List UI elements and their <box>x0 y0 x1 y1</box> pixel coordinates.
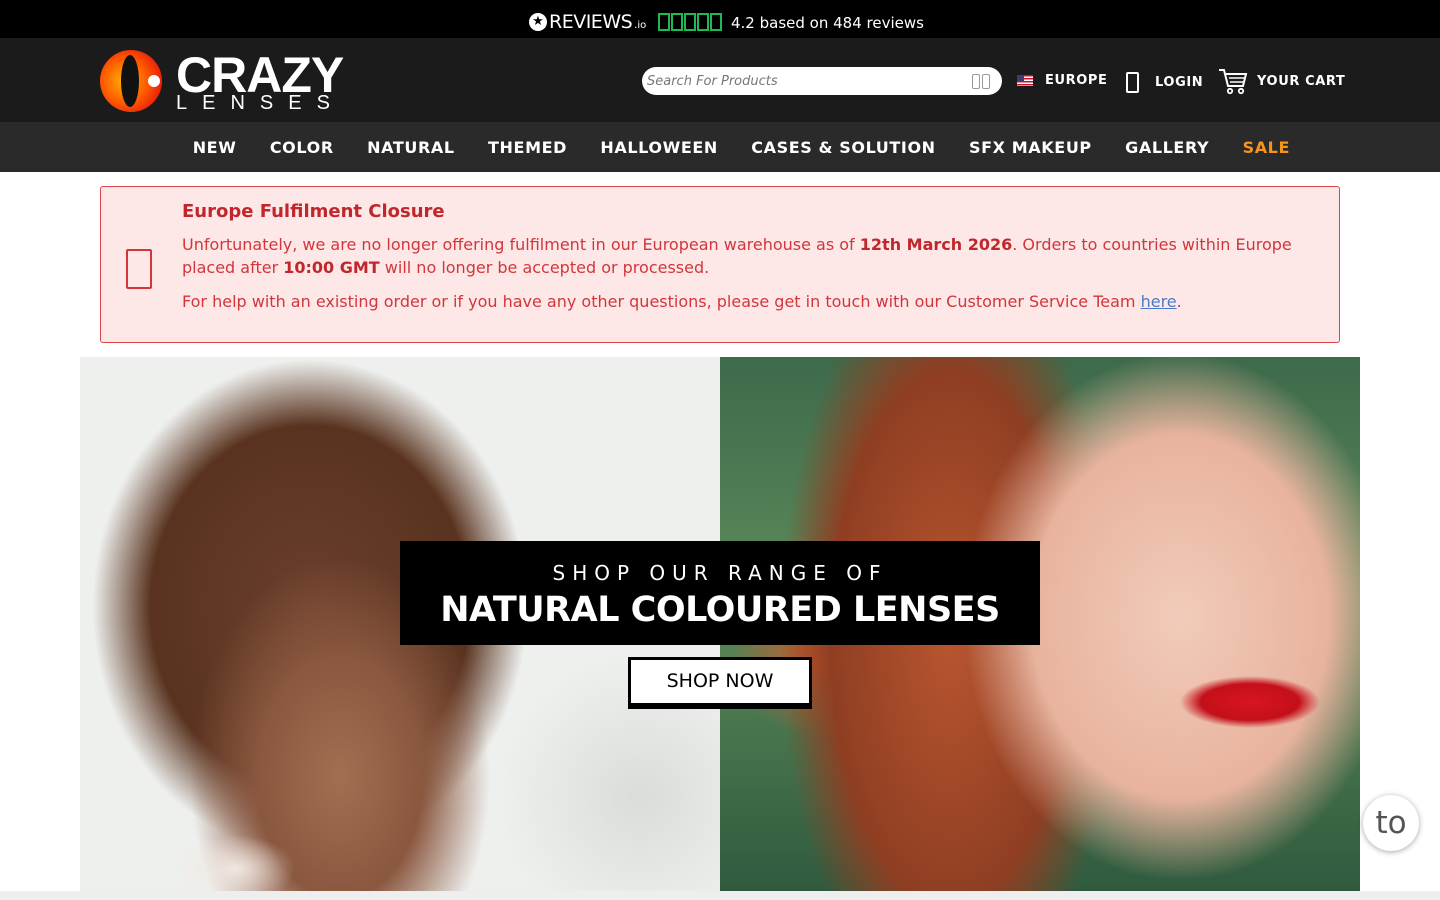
customer-service-link[interactable]: here <box>1141 292 1177 311</box>
main-nav: NEW COLOR NATURAL THEMED HALLOWEEN CASES… <box>0 122 1440 172</box>
hero-caption-line2: NATURAL COLOURED LENSES <box>440 590 1000 630</box>
login-label: LOGIN <box>1155 75 1204 90</box>
hero-caption-line1: SHOP OUR RANGE OF <box>552 561 888 585</box>
alert-body: Unfortunately, we are no longer offering… <box>182 233 1312 279</box>
alert-title: Europe Fulfilment Closure <box>182 201 445 222</box>
alert-body-text: Unfortunately, we are no longer offering… <box>182 235 860 254</box>
alert-help-text: For help with an existing order or if yo… <box>182 292 1141 311</box>
nav-item-color[interactable]: COLOR <box>253 138 350 157</box>
user-icon <box>1126 72 1139 93</box>
star-icon <box>710 13 722 31</box>
back-to-top-button[interactable]: to <box>1363 795 1419 851</box>
reviews-io-logo[interactable]: ★ REVIEWS .io <box>529 11 646 33</box>
search-bar <box>642 67 1002 95</box>
nav-item-gallery[interactable]: GALLERY <box>1108 138 1225 157</box>
star-icon <box>684 13 696 31</box>
nav-item-sale[interactable]: SALE <box>1226 138 1307 157</box>
reviews-bar: ★ REVIEWS .io 4.2 based on 484 reviews <box>0 0 1440 38</box>
nav-item-themed[interactable]: THEMED <box>471 138 583 157</box>
cart-label: YOUR CART <box>1257 73 1346 89</box>
alert-time: 10:00 GMT <box>283 258 380 277</box>
alert-help: For help with an existing order or if yo… <box>182 292 1182 311</box>
hero-caption: SHOP OUR RANGE OF NATURAL COLOURED LENSE… <box>400 541 1040 645</box>
shop-now-button[interactable]: SHOP NOW <box>628 657 812 709</box>
closure-alert: Europe Fulfilment Closure Unfortunately,… <box>100 186 1340 343</box>
reviews-brand-suffix: .io <box>634 19 647 31</box>
page-bottom-strip <box>0 891 1440 900</box>
hero-banner[interactable]: SHOP OUR RANGE OF NATURAL COLOURED LENSE… <box>80 357 1360 891</box>
star-icon <box>697 13 709 31</box>
cart-icon <box>1218 67 1248 95</box>
rating-stars-icon <box>658 13 722 31</box>
site-header: CRAZY LENSES EUROPE LOGIN YOUR CART <box>0 38 1440 122</box>
rating-text[interactable]: 4.2 based on 484 reviews <box>731 14 924 32</box>
logo-sub-text: LENSES <box>176 92 345 114</box>
login-link[interactable]: LOGIN <box>1126 72 1203 93</box>
nav-item-natural[interactable]: NATURAL <box>350 138 471 157</box>
nav-item-cases-solution[interactable]: CASES & SOLUTION <box>735 138 953 157</box>
alert-body-text: will no longer be accepted or processed. <box>379 258 710 277</box>
crazy-lenses-logo[interactable]: CRAZY LENSES <box>100 47 360 114</box>
nav-item-sfx-makeup[interactable]: SFX MAKEUP <box>952 138 1108 157</box>
search-input[interactable] <box>647 71 957 91</box>
reviews-brand: REVIEWS <box>549 11 633 33</box>
eye-logo-icon <box>100 50 162 112</box>
region-selector[interactable]: EUROPE <box>1017 73 1108 88</box>
reviews-star-icon: ★ <box>529 13 547 31</box>
cart-link[interactable]: YOUR CART <box>1218 67 1345 95</box>
star-icon <box>671 13 683 31</box>
alert-icon <box>126 249 152 289</box>
nav-item-new[interactable]: NEW <box>176 138 253 157</box>
nav-item-halloween[interactable]: HALLOWEEN <box>584 138 735 157</box>
alert-date: 12th March 2026 <box>859 235 1013 254</box>
region-label: EUROPE <box>1045 73 1108 88</box>
star-icon <box>658 13 670 31</box>
us-flag-icon <box>1017 75 1033 86</box>
alert-help-end: . <box>1176 292 1182 311</box>
search-icon[interactable] <box>972 74 990 89</box>
